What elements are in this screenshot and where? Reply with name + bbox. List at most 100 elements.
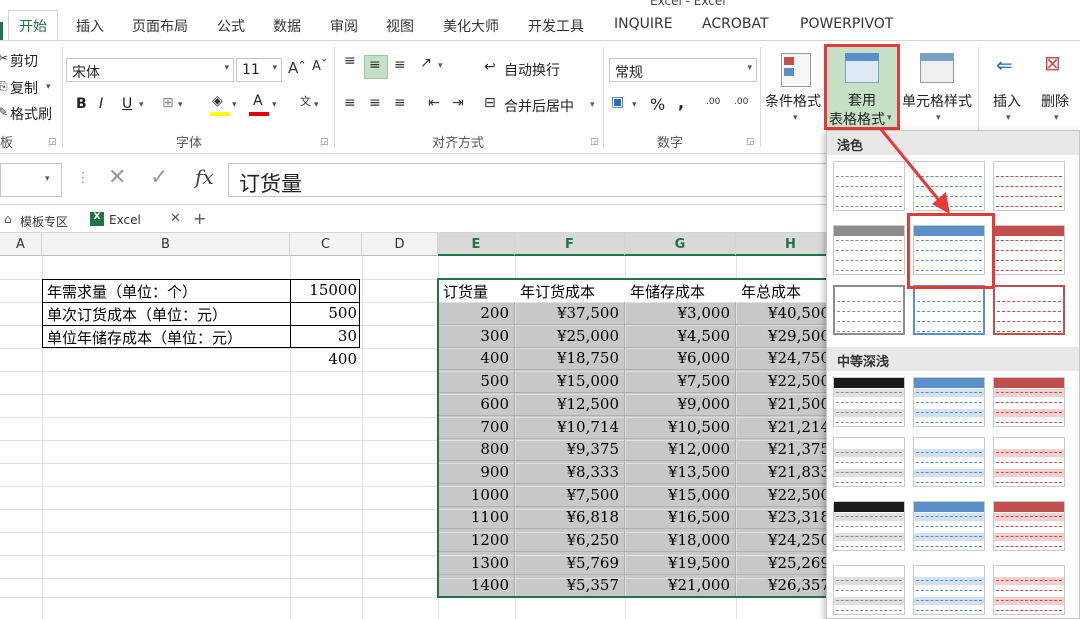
increase-indent-icon[interactable]: ⇥: [452, 95, 464, 111]
wrap-text-button[interactable]: 自动换行: [504, 60, 560, 80]
conditional-format-button[interactable]: 条件格式: [765, 91, 821, 111]
orientation-icon[interactable]: ↗: [420, 55, 432, 71]
dialog-launcher-icon[interactable]: ◲: [320, 137, 329, 147]
grow-font-icon[interactable]: Aˆ: [288, 59, 306, 77]
cut-button[interactable]: 剪切: [10, 51, 38, 71]
tab-insert[interactable]: 插入: [76, 16, 104, 36]
italic-button[interactable]: I: [99, 96, 103, 112]
column-header-a[interactable]: A: [0, 233, 42, 256]
delete-button[interactable]: 删除: [1041, 91, 1069, 111]
currency-icon[interactable]: ▣: [611, 94, 624, 110]
cell-styles-button[interactable]: 单元格样式: [902, 91, 972, 111]
table-style-thumbnail[interactable]: [833, 377, 905, 427]
table-style-thumbnail[interactable]: [833, 501, 905, 551]
percent-button[interactable]: %: [650, 95, 665, 114]
chevron-down-icon[interactable]: ▾: [45, 174, 50, 184]
dialog-launcher-icon[interactable]: ◲: [590, 137, 599, 147]
column-header-f[interactable]: F: [515, 233, 625, 256]
name-box[interactable]: ▾: [0, 163, 62, 197]
tab-view[interactable]: 视图: [386, 16, 414, 36]
underline-button[interactable]: U: [122, 96, 132, 112]
value-annual-demand[interactable]: 15000: [290, 279, 362, 302]
tab-page-layout[interactable]: 页面布局: [132, 16, 188, 36]
table-style-thumbnail[interactable]: [913, 437, 985, 487]
check-icon[interactable]: ✓: [150, 165, 168, 190]
copy-button[interactable]: 复制: [10, 78, 38, 98]
phonetic-icon[interactable]: 文: [300, 93, 311, 109]
table-style-thumbnail[interactable]: [993, 161, 1065, 211]
tab-acrobat[interactable]: ACROBAT: [702, 16, 769, 32]
align-center-icon[interactable]: ≡: [369, 95, 381, 111]
table-style-thumbnail[interactable]: [993, 285, 1065, 335]
table-style-thumbnail[interactable]: [833, 565, 905, 615]
chevron-down-icon[interactable]: ▾: [139, 100, 144, 110]
column-header-e[interactable]: E: [438, 233, 515, 256]
label-order-cost[interactable]: 单次订货成本（单位：元）: [42, 302, 290, 325]
comma-button[interactable]: ,: [678, 93, 684, 112]
chevron-down-icon[interactable]: ▾: [590, 100, 595, 110]
value-holding-cost[interactable]: 30: [290, 325, 362, 348]
table-style-thumbnail[interactable]: [993, 565, 1065, 615]
table-style-thumbnail[interactable]: [913, 501, 985, 551]
fill-color-icon[interactable]: ◈: [212, 93, 223, 109]
align-top-icon[interactable]: ≡: [344, 53, 356, 69]
column-header-c[interactable]: C: [290, 233, 362, 256]
table-style-thumbnail[interactable]: [993, 225, 1065, 275]
font-size-select[interactable]: 11 ▾: [236, 58, 282, 82]
bold-button[interactable]: B: [76, 96, 87, 112]
close-tab-icon[interactable]: ✕: [170, 211, 181, 226]
borders-icon[interactable]: ⊞: [162, 95, 174, 111]
tab-developer[interactable]: 开发工具: [528, 16, 584, 36]
tab-review[interactable]: 审阅: [330, 16, 358, 36]
column-header-b[interactable]: B: [42, 233, 290, 256]
table-style-thumbnail[interactable]: [833, 225, 905, 275]
chevron-down-icon[interactable]: ▾: [272, 100, 277, 110]
align-left-icon[interactable]: ≡: [344, 95, 356, 111]
column-header-g[interactable]: G: [625, 233, 736, 256]
chevron-down-icon[interactable]: ▾: [1054, 113, 1059, 123]
table-style-thumbnail[interactable]: [913, 377, 985, 427]
align-bottom-icon[interactable]: ≡: [394, 57, 406, 73]
table-style-thumbnail[interactable]: [993, 437, 1065, 487]
tab-inquire[interactable]: INQUIRE: [614, 16, 673, 32]
tab-beautify[interactable]: 美化大师: [443, 16, 499, 36]
label-holding-cost[interactable]: 单位年储存成本（单位：元）: [42, 325, 290, 348]
increase-decimal-icon[interactable]: .00: [706, 97, 720, 107]
template-tab[interactable]: 模板专区: [20, 213, 68, 230]
shrink-font-icon[interactable]: Aˇ: [312, 59, 327, 74]
chevron-down-icon[interactable]: ▾: [438, 61, 443, 71]
table-style-thumbnail[interactable]: [993, 501, 1065, 551]
chevron-down-icon[interactable]: ▾: [1006, 113, 1011, 123]
cancel-icon[interactable]: ✕: [108, 165, 126, 190]
format-painter-button[interactable]: 格式刷: [10, 104, 52, 124]
tab-home[interactable]: 开始: [8, 10, 58, 41]
dialog-launcher-icon[interactable]: ◲: [48, 137, 57, 147]
decrease-decimal-icon[interactable]: .00: [734, 97, 748, 107]
chevron-down-icon[interactable]: ▾: [793, 113, 798, 123]
font-name-select[interactable]: 宋体 ▾: [66, 58, 234, 82]
chevron-down-icon[interactable]: ▾: [178, 100, 183, 110]
decrease-indent-icon[interactable]: ⇤: [428, 95, 440, 111]
align-right-icon[interactable]: ≡: [394, 95, 406, 111]
tab-data[interactable]: 数据: [273, 16, 301, 36]
chevron-down-icon[interactable]: ▾: [632, 100, 637, 110]
tab-formulas[interactable]: 公式: [217, 16, 245, 36]
excel-file-tab[interactable]: Excel: [109, 213, 141, 227]
chevron-down-icon[interactable]: ▾: [314, 100, 319, 110]
dialog-launcher-icon[interactable]: ◲: [746, 137, 755, 147]
column-header-d[interactable]: D: [362, 233, 438, 256]
merge-center-button[interactable]: 合并后居中: [504, 96, 574, 116]
new-tab-icon[interactable]: +: [193, 209, 206, 228]
value-eoq[interactable]: 400: [290, 348, 362, 371]
value-order-cost[interactable]: 500: [290, 302, 362, 325]
number-format-select[interactable]: 常规 ▾: [609, 58, 757, 82]
font-color-button[interactable]: A: [253, 93, 263, 109]
label-annual-demand[interactable]: 年需求量（单位：个）: [42, 279, 290, 302]
table-style-thumbnail[interactable]: [993, 377, 1065, 427]
table-style-thumbnail[interactable]: [833, 285, 905, 335]
table-style-thumbnail[interactable]: [913, 285, 985, 335]
table-style-thumbnail[interactable]: [913, 565, 985, 615]
insert-function-button[interactable]: fx: [195, 165, 214, 189]
chevron-down-icon[interactable]: ▾: [232, 100, 237, 110]
chevron-down-icon[interactable]: ▾: [46, 82, 51, 92]
